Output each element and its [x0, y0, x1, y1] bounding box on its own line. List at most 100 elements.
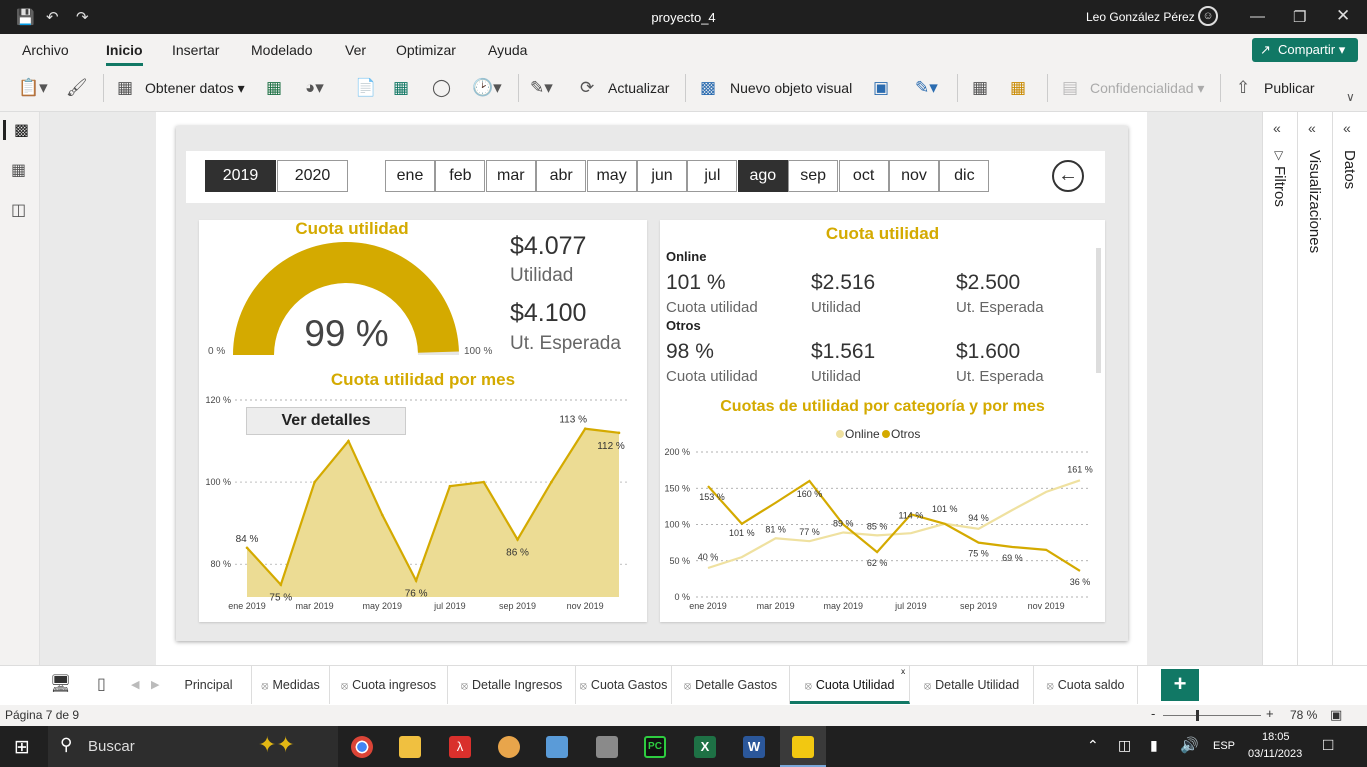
page-tab[interactable]: ⦻ Cuota Gastos [576, 666, 672, 704]
chrome-icon[interactable] [351, 736, 373, 758]
page-tab[interactable]: ⦻ Medidas [252, 666, 330, 704]
menu-ver[interactable]: Ver [345, 42, 366, 58]
page-tab[interactable]: ⦻ Detalle Ingresos [448, 666, 576, 704]
model-view-icon[interactable]: ◫ [11, 200, 26, 220]
table-view-icon[interactable]: ▦ [11, 160, 26, 180]
card-scrollbar[interactable] [1096, 248, 1101, 373]
data-point [448, 484, 452, 488]
windows-start-icon[interactable]: ⊞ [14, 736, 30, 759]
report-view-icon[interactable]: ▩ [3, 120, 29, 140]
page-tab[interactable]: ⦻ Cuota saldo [1034, 666, 1138, 704]
menu-archivo[interactable]: Archivo [22, 42, 69, 58]
language-indicator[interactable]: ESP [1213, 740, 1235, 752]
back-arrow-button[interactable]: ← [1052, 160, 1084, 192]
share-button[interactable]: ↗ Compartir ▾ [1252, 38, 1358, 62]
desktop-layout-icon[interactable]: 🖥 [50, 674, 72, 694]
month-option[interactable]: ene [385, 160, 435, 192]
paste-icon[interactable]: 📋▾ [18, 78, 48, 98]
close-icon[interactable]: ✕ [1336, 6, 1350, 26]
add-page-button[interactable]: + [1161, 669, 1199, 701]
scroll-tabs-right-icon[interactable]: ▶ [151, 678, 159, 691]
excel-app-icon[interactable]: X [694, 736, 716, 758]
expand-filters-icon[interactable]: « [1273, 120, 1281, 136]
data-pane[interactable]: « Datos [1332, 112, 1367, 665]
close-tab-icon[interactable]: ˣ [901, 654, 905, 692]
taskbar-search[interactable]: ⚲ Buscar ✦✦ [48, 726, 338, 767]
clock-time[interactable]: 18:05 [1262, 731, 1290, 743]
menu-optimizar[interactable]: Optimizar [396, 42, 456, 58]
zoom-slider-thumb[interactable] [1196, 710, 1199, 721]
month-option[interactable]: nov [889, 160, 939, 192]
page-tab[interactable]: ⦻ Detalle Gastos [672, 666, 790, 704]
zoom-in-icon[interactable]: + [1266, 706, 1274, 721]
zoom-out-icon[interactable]: - [1151, 706, 1155, 721]
paint-icon[interactable] [498, 736, 520, 758]
year-option[interactable]: 2019 [205, 160, 276, 192]
menu-modelado[interactable]: Modelado [251, 42, 313, 58]
refresh-button[interactable]: Actualizar [608, 80, 669, 96]
menu-ayuda[interactable]: Ayuda [488, 42, 527, 58]
expand-visualizations-icon[interactable]: « [1308, 120, 1316, 136]
recent-sources-icon[interactable]: 🕑▾ [472, 78, 502, 98]
transform-icon[interactable]: ✎▾ [530, 78, 553, 98]
textbox-icon[interactable]: ▣ [873, 78, 889, 98]
month-option[interactable]: abr [536, 160, 587, 192]
restore-icon[interactable]: ❐ [1293, 8, 1306, 26]
enter-data-icon[interactable]: ▦ [393, 78, 409, 98]
month-option[interactable]: dic [939, 160, 990, 192]
page-tab-label: Cuota ingresos [352, 678, 437, 692]
page-tab[interactable]: ⦻ Cuota ingresos [330, 666, 448, 704]
word-app-icon[interactable]: W [743, 736, 765, 758]
more-visuals-icon[interactable]: ✎▾ [915, 78, 938, 98]
filters-pane[interactable]: « ▽ Filtros [1262, 112, 1297, 665]
mobile-layout-icon[interactable]: ▯ [97, 674, 106, 694]
tray-app-icon[interactable]: ◫ [1118, 737, 1131, 754]
year-option[interactable]: 2020 [277, 160, 348, 192]
month-option[interactable]: jun [637, 160, 687, 192]
month-option[interactable]: sep [788, 160, 839, 192]
menu-inicio[interactable]: Inicio [106, 42, 143, 66]
page-tab[interactable]: ⦻ Detalle Utilidad [910, 666, 1034, 704]
get-data-button[interactable]: Obtener datos ▾ [145, 80, 245, 97]
month-option[interactable]: oct [838, 160, 889, 192]
calculator-app-icon[interactable] [596, 736, 618, 758]
clock-date[interactable]: 03/11/2023 [1248, 748, 1302, 760]
pycharm-icon[interactable]: PC [644, 736, 666, 758]
visualizations-pane[interactable]: « Visualizaciones [1297, 112, 1332, 665]
volume-icon[interactable]: 🔊 [1180, 736, 1199, 754]
collapse-ribbon-icon[interactable]: ∨ [1346, 90, 1355, 104]
page-tab[interactable]: Principal [166, 666, 252, 704]
dataverse-icon[interactable]: 📄 [355, 78, 376, 98]
notifications-icon[interactable]: □ [1323, 735, 1333, 755]
month-option[interactable]: jul [687, 160, 738, 192]
datahub-icon[interactable]: ◕▾ [305, 78, 324, 98]
x-tick-label: may 2019 [363, 601, 403, 611]
sources-icon[interactable]: ◯ [432, 78, 451, 98]
calculator-icon[interactable]: ▦ [972, 78, 988, 98]
fit-to-page-icon[interactable]: ▣ [1330, 707, 1342, 723]
format-painter-icon[interactable]: 🖌 [66, 78, 88, 98]
tray-chevron-icon[interactable]: ⌃ [1087, 737, 1099, 754]
y-tick-label: 100 % [664, 520, 690, 530]
details-button[interactable]: Ver detalles [246, 407, 406, 435]
new-visual-button[interactable]: Nuevo objeto visual [730, 80, 852, 96]
menu-insertar[interactable]: Insertar [172, 42, 219, 58]
acrobat-icon[interactable]: λ [449, 736, 471, 758]
image-viewer-icon[interactable] [546, 736, 568, 758]
battery-icon[interactable]: ▮ [1150, 737, 1158, 754]
user-avatar-icon[interactable]: ☺ [1198, 6, 1218, 26]
publish-button[interactable]: Publicar [1264, 80, 1315, 96]
month-option[interactable]: feb [435, 160, 486, 192]
expand-data-icon[interactable]: « [1343, 120, 1351, 136]
powerbi-taskbar-item[interactable] [780, 726, 826, 767]
zoom-slider[interactable] [1163, 715, 1261, 716]
page-tab[interactable]: ⦻ Cuota Utilidad ˣ [790, 666, 910, 704]
month-option[interactable]: mar [485, 160, 536, 192]
excel-icon[interactable]: ▦ [266, 78, 282, 98]
month-option[interactable]: ago [737, 160, 788, 192]
scroll-tabs-left-icon[interactable]: ◀ [131, 678, 139, 691]
file-explorer-icon[interactable] [399, 736, 421, 758]
quick-measure-icon[interactable]: ▦ [1010, 78, 1026, 98]
month-option[interactable]: may [586, 160, 637, 192]
minimize-icon[interactable]: — [1250, 8, 1265, 25]
